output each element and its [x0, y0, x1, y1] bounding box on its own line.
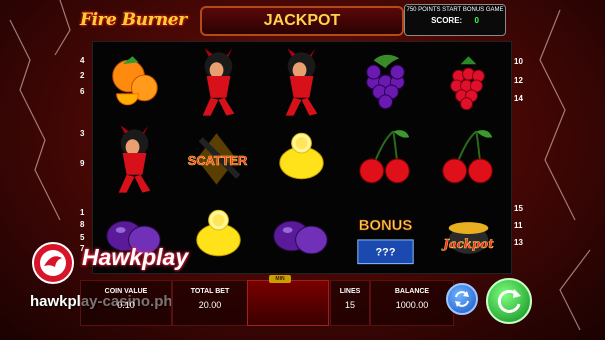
grapes-symbol: [344, 42, 427, 119]
total-bet-label: TOTAL BET: [190, 288, 230, 295]
balance-value: 1000.00: [395, 300, 429, 310]
coin-value: 0.10: [117, 300, 135, 310]
balance-field: BALANCE 1000.00: [370, 280, 454, 326]
grapes-icon: [366, 54, 405, 110]
game-logo: Fire Burner: [80, 10, 187, 30]
balance-label: BALANCE: [394, 288, 430, 295]
svg-text:BONUS: BONUS: [359, 218, 413, 234]
payline-number: 9: [80, 159, 85, 168]
payline-number: 13: [514, 238, 523, 247]
bet-panel[interactable]: [247, 280, 329, 326]
devil-girl-symbol: [93, 119, 176, 196]
raspberry-symbol: [427, 42, 510, 119]
spin-button[interactable]: [486, 278, 532, 324]
payline-number: 4: [80, 56, 85, 65]
scatter-symbol: SCATTER: [177, 119, 260, 196]
score-label: SCORE:: [431, 16, 463, 25]
lines-label: LINES: [339, 288, 361, 295]
payline-number: 2: [80, 71, 85, 80]
payline-number: 14: [514, 94, 523, 103]
scatter-icon: SCATTER: [187, 133, 247, 185]
hawkplay-logo: Hawkplay: [30, 240, 210, 284]
devil-girl-icon: [202, 48, 234, 116]
payline-number: 6: [80, 87, 85, 96]
devil-girl-icon: [118, 125, 151, 193]
raspberry-icon: [450, 56, 486, 111]
coin-value-field[interactable]: COIN VALUE 0.10: [80, 280, 172, 326]
total-bet-value: 20.00: [198, 300, 222, 310]
jackpot-icon: Jackpot: [441, 222, 495, 254]
jackpot-symbol: Jackpot: [427, 196, 510, 273]
cherries-icon: [442, 130, 494, 184]
cherries-symbol: [344, 119, 427, 196]
devil-girl-symbol: [177, 42, 260, 119]
lemon-icon: [279, 132, 324, 180]
reel-2: SCATTER: [177, 42, 260, 273]
reel-1: [93, 42, 176, 273]
lemon-symbol: [260, 119, 343, 196]
cherries-icon: [359, 130, 410, 184]
payline-number: 11: [514, 221, 523, 230]
svg-text:SCATTER: SCATTER: [187, 153, 247, 168]
reel-3: [260, 42, 343, 273]
lines-value: 15: [344, 300, 355, 310]
orange-icon: [112, 56, 158, 106]
payline-number: 8: [80, 220, 85, 229]
autoplay-button[interactable]: [446, 283, 478, 315]
svg-text:Jackpot: Jackpot: [442, 237, 495, 251]
coin-value-label: COIN VALUE: [104, 288, 148, 295]
jackpot-panel: JACKPOT: [200, 6, 404, 36]
payline-number: 12: [514, 76, 523, 85]
orange-symbol: [93, 42, 176, 119]
lines-field[interactable]: LINES 15: [330, 280, 370, 326]
payline-number: 3: [80, 129, 85, 138]
score-panel: 750 POINTS START BONUS GAME SCORE: 0: [404, 4, 506, 36]
score-row: SCORE: 0: [405, 16, 505, 25]
bonus-symbol: ??? BONUS: [344, 196, 427, 273]
reel-4: ??? BONUS: [344, 42, 427, 273]
min-bet-tab[interactable]: MIN: [269, 275, 291, 283]
payline-number: 1: [80, 208, 85, 217]
devil-girl-symbol: [260, 42, 343, 119]
svg-text:???: ???: [375, 247, 395, 259]
plum-icon: [273, 220, 328, 255]
hawk-badge-icon: [32, 242, 74, 284]
payline-number: 15: [514, 204, 523, 213]
autoplay-icon: [455, 291, 469, 307]
devil-girl-icon: [285, 48, 318, 116]
hawkplay-brand-text: Hawkplay: [82, 244, 189, 270]
bottom-bar: COIN VALUE 0.10 TOTAL BET 20.00 MIN LINE…: [80, 275, 480, 328]
plum-symbol: [260, 196, 343, 273]
score-value: 0: [474, 16, 479, 25]
bonus-icon: ??? BONUS: [357, 218, 414, 265]
bonus-info: 750 POINTS START BONUS GAME: [406, 7, 504, 13]
spin-icon: [497, 289, 521, 313]
reel-5: Jackpot: [427, 42, 510, 273]
top-bar: Fire Burner JACKPOT 750 POINTS START BON…: [80, 4, 525, 36]
cherries-symbol: [427, 119, 510, 196]
total-bet-field: TOTAL BET 20.00: [172, 280, 248, 326]
payline-number: 10: [514, 57, 523, 66]
